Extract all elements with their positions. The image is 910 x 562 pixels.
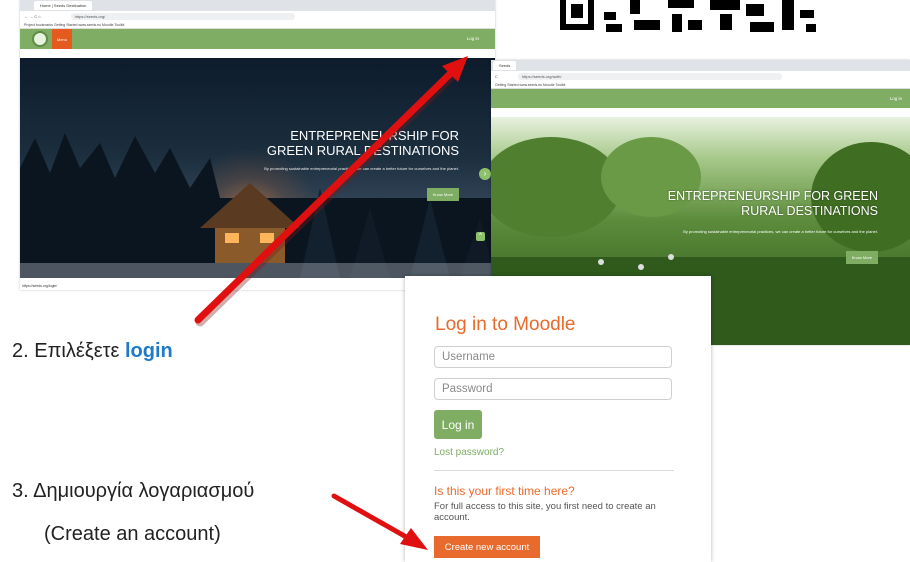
first-time-text: For full access to this site, you first … bbox=[434, 501, 656, 523]
tab-title: Seeds bbox=[499, 63, 511, 68]
slider-next-icon[interactable]: › bbox=[479, 168, 491, 180]
first-time-heading: Is this your first time here? bbox=[434, 484, 575, 498]
step-2-login-word: login bbox=[124, 340, 173, 362]
site-navbar: Log in bbox=[491, 89, 910, 108]
menu-label: Menu bbox=[56, 36, 67, 42]
login-button[interactable]: Log in bbox=[434, 410, 482, 439]
know-more-label: Know More bbox=[851, 255, 872, 260]
address-bar-row: ← → C ⌂ https://seeds.org/ bbox=[20, 11, 495, 21]
login-link[interactable]: Log in bbox=[467, 36, 479, 41]
nav-arrows-icon[interactable]: C bbox=[495, 74, 498, 79]
hero-subtitle: By promoting sustainable entrepreneurial… bbox=[683, 229, 878, 234]
step-3-subtitle: (Create an account) bbox=[44, 523, 221, 545]
password-input[interactable] bbox=[434, 378, 672, 400]
hero-subtitle: By promoting sustainable entrepreneurial… bbox=[264, 166, 459, 171]
url-text: https://seeds.org/ bbox=[74, 13, 106, 19]
status-bar-url: https://seeds.org/login/ bbox=[22, 284, 58, 288]
know-more-button[interactable]: Know More bbox=[426, 188, 459, 201]
site-logo[interactable] bbox=[32, 31, 48, 47]
divider bbox=[434, 470, 674, 471]
nav-arrows-icon[interactable]: ← → C ⌂ bbox=[24, 14, 41, 19]
menu-button[interactable]: Menu bbox=[52, 29, 72, 49]
bookmarks-bar: Project bookmarks Getting Started www.se… bbox=[20, 21, 495, 29]
browser-screenshot-home: Home | Seeds Destination ← → C ⌂ https:/… bbox=[20, 0, 495, 290]
login-title: Log in to Moodle bbox=[435, 314, 576, 335]
scroll-up-icon[interactable]: ^ bbox=[476, 232, 485, 241]
hero-title: ENTREPRENEURSHIP FOR GREEN RURAL DESTINA… bbox=[266, 128, 459, 158]
address-bar[interactable]: https://seeds.org/auth/ bbox=[517, 72, 782, 80]
know-more-label: Know More bbox=[432, 192, 453, 197]
bookmarks-bar: Getting Started www.seeds.eu Moodle Tool… bbox=[491, 81, 910, 89]
tab-title: Home | Seeds Destination bbox=[40, 3, 87, 8]
lost-password-link[interactable]: Lost password? bbox=[434, 447, 504, 458]
browser-tab-bar: Home | Seeds Destination bbox=[20, 0, 495, 11]
moodle-login-card: Log in to Moodle Log in Lost password? I… bbox=[405, 276, 711, 562]
bookmarks-text[interactable]: Project bookmarks Getting Started www.se… bbox=[24, 23, 124, 27]
browser-tab[interactable]: Seeds bbox=[493, 61, 517, 70]
bookmarks-text[interactable]: Getting Started www.seeds.eu Moodle Tool… bbox=[495, 83, 565, 87]
login-link[interactable]: Log in bbox=[890, 96, 902, 101]
step-2-instruction: 2. Επιλέξετε login bbox=[12, 340, 173, 363]
hero-banner-forest: ENTREPRENEURSHIP FOR GREEN RURAL DESTINA… bbox=[20, 58, 495, 278]
username-input[interactable] bbox=[434, 346, 672, 368]
hero-title: ENTREPRENEURSHIP FOR GREEN RURAL DESTINA… bbox=[667, 189, 878, 218]
url-text: https://seeds.org/auth/ bbox=[521, 73, 562, 79]
know-more-button[interactable]: Know More bbox=[845, 251, 878, 264]
qr-code bbox=[560, 0, 816, 32]
browser-tab-bar: Seeds bbox=[491, 60, 910, 71]
address-bar[interactable]: https://seeds.org/ bbox=[70, 12, 295, 20]
site-navbar: Menu Log in bbox=[20, 29, 495, 49]
address-bar-row: C https://seeds.org/auth/ bbox=[491, 71, 910, 81]
create-account-button[interactable]: Create new account bbox=[434, 536, 540, 558]
step-2-text: 2. Επιλέξετε bbox=[12, 340, 125, 362]
browser-tab[interactable]: Home | Seeds Destination bbox=[34, 1, 93, 10]
step-3-instruction: 3. Δημιουργία λογαριασμού bbox=[12, 480, 255, 502]
